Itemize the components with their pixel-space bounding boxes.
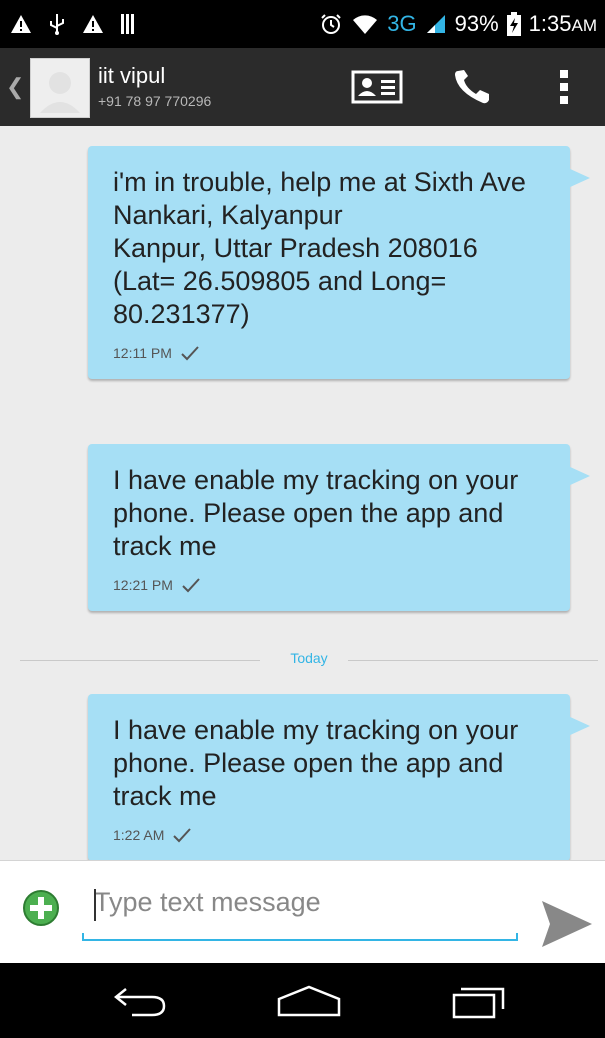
network-type: 3G (387, 11, 417, 36)
message-text: I have enable my tracking on your phone.… (113, 715, 519, 811)
date-divider: Today (20, 650, 598, 670)
wifi-icon (353, 15, 378, 34)
message-time: 12:11 PM (113, 345, 172, 361)
bubble-tail (568, 168, 590, 188)
divider-line-right (348, 660, 598, 661)
conversation-header: ❮ iit vipul +91 78 97 770296 (0, 48, 605, 126)
sent-check-icon (182, 578, 200, 593)
clock: 1:35AM (529, 11, 597, 37)
message-text: i'm in trouble, help me at Sixth Ave Nan… (113, 167, 526, 329)
recent-apps-icon[interactable] (451, 985, 507, 1019)
message-meta: 12:11 PM (113, 345, 550, 361)
input-underline-end (516, 933, 518, 941)
warning-icon (83, 15, 103, 33)
date-divider-label: Today (290, 650, 328, 666)
message-input-field[interactable] (82, 879, 518, 941)
clock-time: 1:35 (528, 11, 572, 36)
battery-percent: 93% (454, 11, 499, 36)
message-input[interactable] (82, 879, 518, 918)
home-icon[interactable] (276, 985, 342, 1017)
message-meta: 12:21 PM (113, 577, 550, 593)
phone-call-icon[interactable] (452, 68, 492, 106)
clock-ampm: AM (571, 16, 598, 35)
back-chevron-icon[interactable]: ❮ (6, 74, 24, 100)
message-time: 1:22 AM (113, 827, 165, 843)
text-cursor (94, 889, 96, 921)
input-underline-end (82, 933, 84, 941)
status-right: 3G 93% 1:35AM (319, 8, 597, 40)
input-underline (82, 939, 518, 941)
message-bubble[interactable]: I have enable my tracking on your phone.… (88, 694, 590, 860)
contact-number: +91 78 97 770296 (98, 93, 212, 109)
message-bubble[interactable]: I have enable my tracking on your phone.… (88, 444, 590, 611)
message-meta: 1:22 AM (113, 827, 550, 843)
contact-placeholder-icon (40, 72, 80, 113)
status-bar: 3G 93% 1:35AM (0, 0, 605, 48)
bubble-tail (568, 466, 590, 486)
signal-icon (426, 15, 445, 33)
alarm-icon (321, 14, 341, 34)
sd-card-icon (121, 14, 134, 34)
add-attachment-icon[interactable] (22, 889, 60, 927)
message-time: 12:21 PM (113, 577, 173, 593)
contact-card-icon[interactable] (351, 70, 403, 104)
compose-bar (0, 860, 605, 964)
bubble-tail (568, 716, 590, 736)
battery-charging-icon (506, 12, 521, 36)
message-list[interactable]: i'm in trouble, help me at Sixth Ave Nan… (0, 126, 605, 860)
navigation-bar (0, 963, 605, 1038)
message-text: I have enable my tracking on your phone.… (113, 465, 519, 561)
sent-check-icon (181, 346, 199, 361)
back-icon[interactable] (112, 985, 168, 1017)
overflow-menu-icon[interactable] (558, 68, 570, 106)
warning-icon (11, 15, 31, 33)
avatar[interactable] (30, 58, 90, 118)
contact-name: iit vipul (98, 63, 166, 88)
send-icon[interactable] (540, 899, 594, 949)
status-left-icons (10, 10, 136, 38)
message-bubble[interactable]: i'm in trouble, help me at Sixth Ave Nan… (88, 146, 590, 379)
usb-icon (50, 14, 64, 35)
sent-check-icon (173, 828, 192, 843)
